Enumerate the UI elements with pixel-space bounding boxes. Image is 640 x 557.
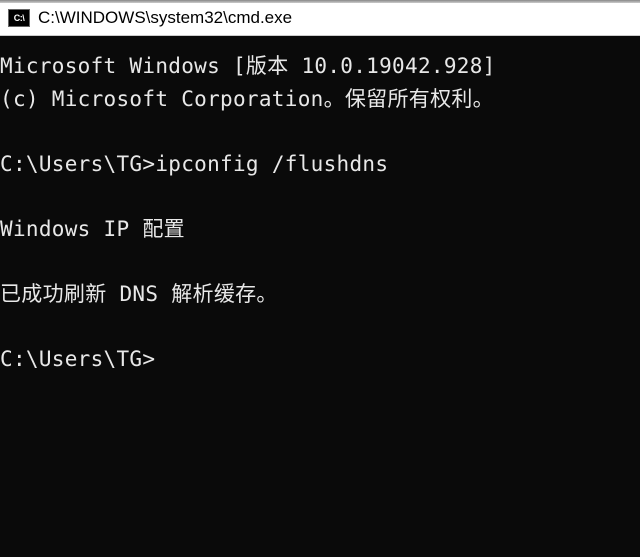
copyright-line: (c) Microsoft Corporation。保留所有权利。 [0,83,640,116]
prompt-path: C:\Users\TG> [0,152,155,176]
blank-line [0,245,640,278]
cmd-icon: C:\ [8,9,30,27]
cmd-icon-text: C:\ [14,13,25,23]
prompt-line-2[interactable]: C:\Users\TG> [0,343,640,376]
blank-line [0,115,640,148]
terminal-output[interactable]: Microsoft Windows [版本 10.0.19042.928] (c… [0,36,640,557]
titlebar-top-border [0,0,640,3]
window-title: C:\WINDOWS\system32\cmd.exe [38,8,292,28]
prompt-line-1: C:\Users\TG>ipconfig /flushdns [0,148,640,181]
ipconfig-header: Windows IP 配置 [0,213,640,246]
blank-line [0,180,640,213]
version-line: Microsoft Windows [版本 10.0.19042.928] [0,50,640,83]
blank-line [0,310,640,343]
entered-command: ipconfig /flushdns [155,152,388,176]
window-titlebar[interactable]: C:\ C:\WINDOWS\system32\cmd.exe [0,0,640,36]
prompt-path: C:\Users\TG> [0,347,155,371]
success-line: 已成功刷新 DNS 解析缓存。 [0,278,640,311]
